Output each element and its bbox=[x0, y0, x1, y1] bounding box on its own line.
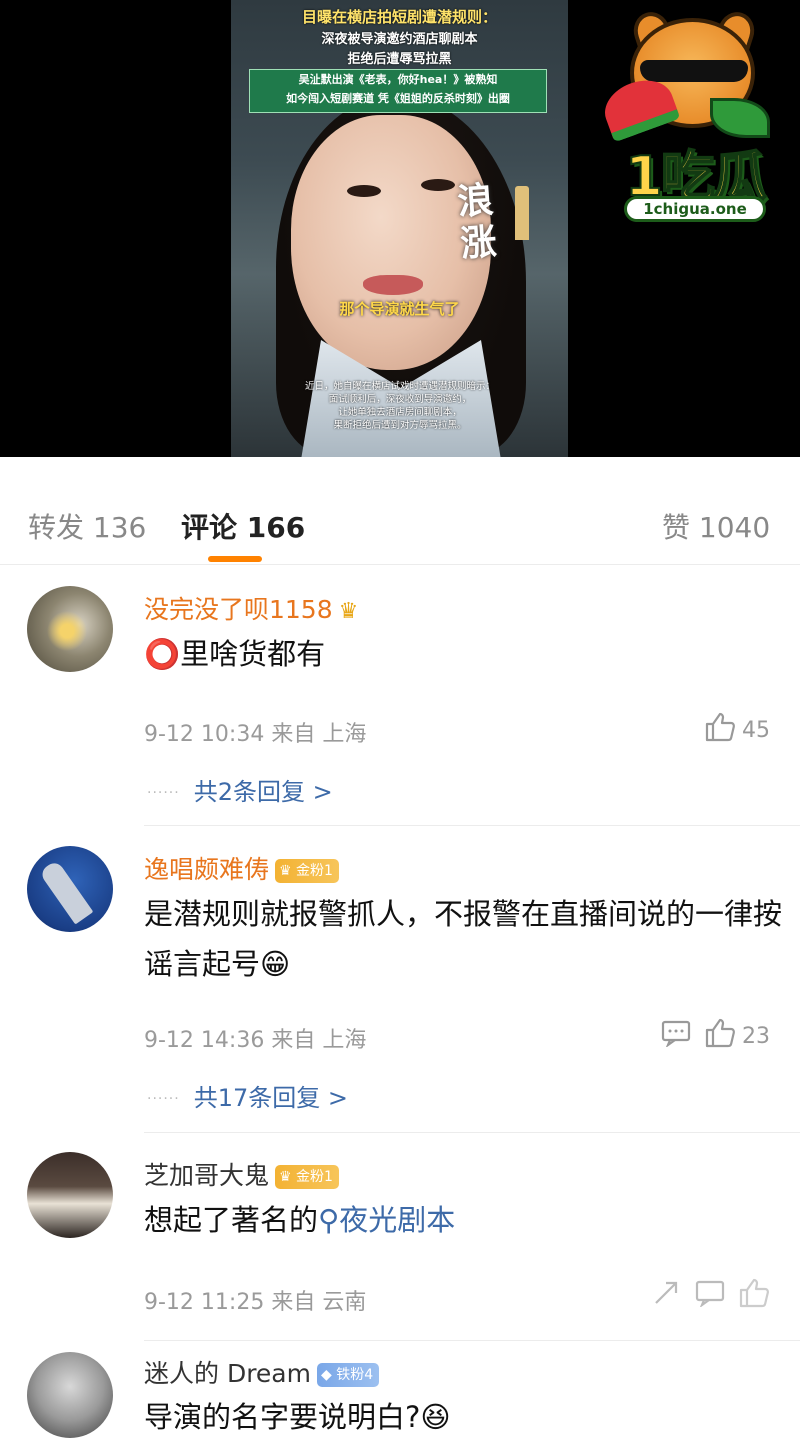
comment-location: 来自 云南 bbox=[271, 1290, 367, 1315]
like-icon[interactable] bbox=[738, 1278, 770, 1314]
replies-label: 共17条回复 > bbox=[193, 1084, 348, 1112]
comment-username[interactable]: 逸唱颇难俦 ♛ 金粉1 bbox=[144, 850, 339, 886]
eye-right bbox=[421, 179, 455, 191]
video-info-box: 吴沚默出演《老表，你好hea！》被熟知 如今闯入短剧赛道 凭《姐姐的反杀时刻》出… bbox=[249, 69, 547, 113]
comment-location: 来自 上海 bbox=[271, 722, 367, 747]
like-count: 23 bbox=[742, 1023, 770, 1049]
comment-reply-icon[interactable] bbox=[695, 1279, 725, 1313]
comment-actions: 45 bbox=[698, 712, 770, 748]
crown-icon: ♛ bbox=[338, 598, 359, 624]
emoji-grin-icon: 😁 bbox=[260, 947, 291, 981]
comment-time: 9-12 14:36 bbox=[144, 1028, 265, 1053]
username-text: 迷人的 Dream bbox=[144, 1359, 311, 1388]
fan-badge-label: 金粉1 bbox=[296, 863, 333, 879]
tab-comments[interactable]: 评论 166 bbox=[181, 506, 305, 546]
lips bbox=[363, 275, 423, 295]
comment-reply-icon[interactable] bbox=[661, 1019, 691, 1053]
comment-body: 导演的名字要说明白? bbox=[144, 1400, 421, 1434]
comment-time: 9-12 10:34 bbox=[144, 722, 265, 747]
comment-username[interactable]: 没完没了呗1158 ♛ bbox=[144, 590, 358, 626]
comment-item: 迷人的 Dream ◆ 铁粉4 导演的名字要说明白?😆 bbox=[0, 1342, 800, 1438]
like-icon[interactable] bbox=[704, 712, 736, 748]
avatar[interactable] bbox=[27, 1352, 113, 1438]
video-frame: 目曝在横店拍短剧遭潜规则： 深夜被导演邀约酒店聊剧本 拒绝后遭辱骂拉黑 吴沚默出… bbox=[231, 0, 568, 457]
view-replies-link[interactable]: ······ 共17条回复 > bbox=[147, 1078, 348, 1113]
comment-text: 想起了著名的⚲夜光剧本 bbox=[144, 1195, 784, 1245]
tab-repost[interactable]: 转发 136 bbox=[28, 506, 146, 546]
calligraphy-watermark: 浪 涨 bbox=[456, 179, 498, 265]
video-bottom-caption: 近日，她自曝在横店试戏时遭遇潜规则暗示： 面试顺利后，深夜收到导演邀约， 让她单… bbox=[245, 380, 555, 432]
comment-body: 是潜规则就报警抓人，不报警在直播间说的一律按谣言起号 bbox=[144, 897, 783, 981]
comment-actions bbox=[646, 1278, 770, 1314]
comment-divider bbox=[144, 1340, 800, 1341]
username-text: 没完没了呗1158 bbox=[144, 595, 333, 624]
video-bottom-line1: 近日，她自曝在横店试戏时遭遇潜规则暗示： bbox=[304, 381, 495, 392]
video-bottom-line3: 让她单独去酒店房间聊剧本， bbox=[338, 407, 462, 418]
comment-tabs: 转发 136 评论 166 赞 1040 bbox=[0, 480, 800, 565]
fan-badge-label: 金粉1 bbox=[296, 1169, 333, 1185]
calligraphy-char-1: 浪 bbox=[456, 178, 495, 224]
avatar[interactable] bbox=[27, 846, 113, 932]
comment-body: 想起了著名的 bbox=[144, 1203, 319, 1237]
view-replies-link[interactable]: ······ 共2条回复 > bbox=[147, 772, 333, 807]
fan-badge-label: 铁粉4 bbox=[336, 1367, 374, 1383]
video-subtitle: 那个导演就生气了 bbox=[339, 300, 460, 318]
comment-meta: 9-12 10:34 来自 上海 bbox=[144, 716, 366, 748]
avatar[interactable] bbox=[27, 586, 113, 672]
tab-likes[interactable]: 赞 1040 bbox=[662, 506, 770, 546]
replies-label: 共2条回复 > bbox=[193, 778, 333, 806]
comment-time: 9-12 11:25 bbox=[144, 1290, 265, 1315]
comment-actions: 23 bbox=[655, 1018, 770, 1054]
share-icon[interactable] bbox=[652, 1279, 682, 1313]
username-text: 逸唱颇难俦 bbox=[144, 855, 270, 884]
like-icon[interactable] bbox=[704, 1018, 736, 1054]
emoji-circle-icon: ⭕ bbox=[144, 637, 181, 671]
comment-text: ⭕里啥货都有 bbox=[144, 629, 784, 679]
video-info-line1: 吴沚默出演《老表，你好hea！》被熟知 bbox=[298, 73, 498, 86]
topic-link-label: 夜光剧本 bbox=[339, 1203, 456, 1237]
video-caption-title: 目曝在横店拍短剧遭潜规则： bbox=[301, 8, 497, 26]
fan-badge: ♛ 金粉1 bbox=[275, 859, 339, 883]
dots-separator: ······ bbox=[147, 785, 180, 801]
comment-username[interactable]: 芝加哥大鬼 ♛ 金粉1 bbox=[144, 1156, 339, 1192]
fan-badge: ♛ 金粉1 bbox=[275, 1165, 339, 1189]
emoji-laugh-icon: 😆 bbox=[420, 1400, 451, 1434]
video-info-line2: 如今闯入短剧赛道 凭《姐姐的反杀时刻》出圈 bbox=[286, 92, 510, 105]
video-bottom-line4: 果断拒绝后遭到对方辱骂拉黑。 bbox=[333, 420, 467, 431]
video-caption-line3: 拒绝后遭辱骂拉黑 bbox=[347, 52, 452, 67]
comment-text: 导演的名字要说明白?😆 bbox=[144, 1392, 784, 1438]
fan-badge: ◆ 铁粉4 bbox=[316, 1363, 380, 1387]
topic-link[interactable]: ⚲夜光剧本 bbox=[318, 1203, 455, 1237]
eye-left bbox=[347, 185, 381, 197]
logo-url: 1chigua.one bbox=[624, 196, 766, 222]
active-tab-indicator bbox=[208, 556, 262, 562]
video-player[interactable]: 目曝在横店拍短剧遭潜规则： 深夜被导演邀约酒店聊剧本 拒绝后遭辱骂拉黑 吴沚默出… bbox=[0, 0, 800, 457]
comment-location: 来自 上海 bbox=[271, 1028, 367, 1053]
comment-item: 没完没了呗1158 ♛ ⭕里啥货都有 9-12 10:34 来自 上海 45 ··… bbox=[0, 566, 800, 826]
comment-text: 是潜规则就报警抓人，不报警在直播间说的一律按谣言起号😁 bbox=[144, 889, 784, 989]
sunglasses-icon bbox=[640, 60, 748, 82]
comment-meta: 9-12 14:36 来自 上海 bbox=[144, 1022, 366, 1054]
like-count: 45 bbox=[742, 717, 770, 743]
username-text: 芝加哥大鬼 bbox=[144, 1161, 270, 1190]
video-caption-line2: 深夜被导演邀约酒店聊剧本 bbox=[321, 32, 478, 47]
comment-item: 逸唱颇难俦 ♛ 金粉1 是潜规则就报警抓人，不报警在直播间说的一律按谣言起号😁 9… bbox=[0, 826, 800, 1144]
search-icon: ⚲ bbox=[318, 1203, 340, 1237]
video-bottom-line2: 面试顺利后，深夜收到导演邀约， bbox=[328, 394, 472, 405]
avatar[interactable] bbox=[27, 1152, 113, 1238]
site-logo: 1吃瓜 1chigua.one bbox=[597, 7, 790, 230]
tower-icon bbox=[515, 186, 529, 240]
comment-body: 里啥货都有 bbox=[180, 637, 326, 671]
comment-username[interactable]: 迷人的 Dream ◆ 铁粉4 bbox=[144, 1354, 380, 1390]
dots-separator: ······ bbox=[147, 1091, 180, 1107]
calligraphy-char-2: 涨 bbox=[459, 220, 498, 266]
comment-meta: 9-12 11:25 来自 云南 bbox=[144, 1284, 366, 1316]
comment-item: 芝加哥大鬼 ♛ 金粉1 想起了著名的⚲夜光剧本 9-12 11:25 来自 云南 bbox=[0, 1132, 800, 1342]
